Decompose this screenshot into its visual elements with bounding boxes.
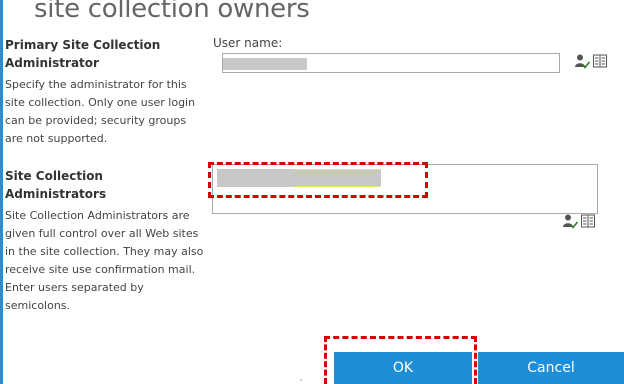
site-admins-description: Site Collection Administrators are given… <box>5 209 204 312</box>
redacted-username <box>223 58 307 70</box>
primary-admin-description: Specify the administrator for this site … <box>5 78 196 145</box>
people-picker-highlight <box>208 162 428 198</box>
user-name-label: User name: <box>213 36 283 50</box>
site-admins-heading: Site Collection Administrators <box>5 169 107 201</box>
page-title: site collection owners <box>34 0 310 24</box>
address-book-icon[interactable] <box>592 53 608 69</box>
address-book-icon[interactable] <box>580 213 596 229</box>
primary-admin-picker-icons <box>574 53 608 69</box>
primary-admin-heading: Primary Site Collection Administrator <box>5 38 161 70</box>
primary-admin-user-input[interactable] <box>222 53 560 73</box>
ok-button-highlight <box>324 336 477 384</box>
cancel-button[interactable]: Cancel <box>478 352 624 384</box>
check-names-icon[interactable] <box>574 53 591 69</box>
site-admins-picker-icons <box>562 213 596 229</box>
left-accent-rule <box>0 0 3 384</box>
check-names-icon[interactable] <box>562 213 579 229</box>
divider-dot <box>300 379 302 381</box>
